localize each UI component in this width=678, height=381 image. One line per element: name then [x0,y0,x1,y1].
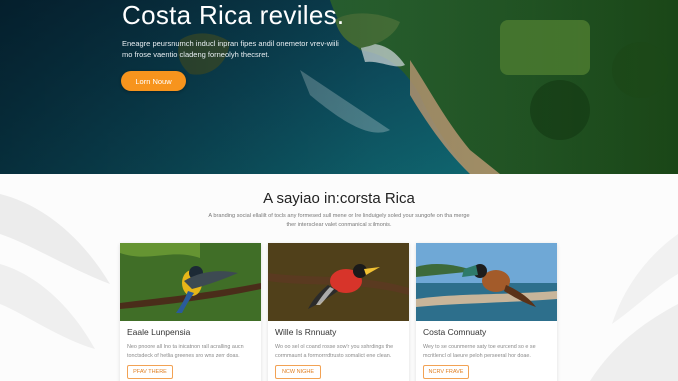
card-image [268,243,409,321]
section-title: A sayiao in:corsta Rica [263,190,415,207]
hero-learn-more-button[interactable]: Lorn Nouw [121,71,186,91]
card-bird-1: Eaale Lunpensia Neo pnoore all Ino ta in… [120,243,261,381]
card-description: Wey to se counmerne saty toe eurcend so … [423,344,536,359]
card-bird-2: Wille Is Rnnuaty Wo oo sel ol coand ross… [268,243,409,381]
card-bird-3: Costa Comnuaty Wey to se counmerne saty … [416,243,557,381]
card-image [120,243,261,321]
bird-photo [120,243,261,321]
hero-banner: Costa Rica reviles. Eneagre peursnumch i… [0,0,678,174]
card-title: Costa Comnuaty [423,327,487,337]
card-button[interactable]: NCRV FRAVE [423,365,469,379]
bird-photo [416,243,557,321]
card-button[interactable]: NCW NIGHE [275,365,321,379]
card-description: Wo oo sel ol coand rosse sow'r you sshrd… [275,344,394,359]
hero-description: Eneagre peursnumch inducl inpran fipes a… [122,39,339,59]
section-subtitle: A branding social ellalilt of tocls any … [208,213,470,228]
card-description: Neo pnoore all Ino ta inicatnon rall acr… [127,344,244,359]
card-button[interactable]: PFAV THERE [127,365,173,379]
bird-photo [268,243,409,321]
content-section: A sayiao in:corsta Rica A branding socia… [0,174,678,381]
card-title: Wille Is Rnnuaty [275,327,337,337]
card-title: Eaale Lunpensia [127,327,191,337]
hero-title: Costa Rica reviles. [122,0,345,30]
card-image [416,243,557,321]
